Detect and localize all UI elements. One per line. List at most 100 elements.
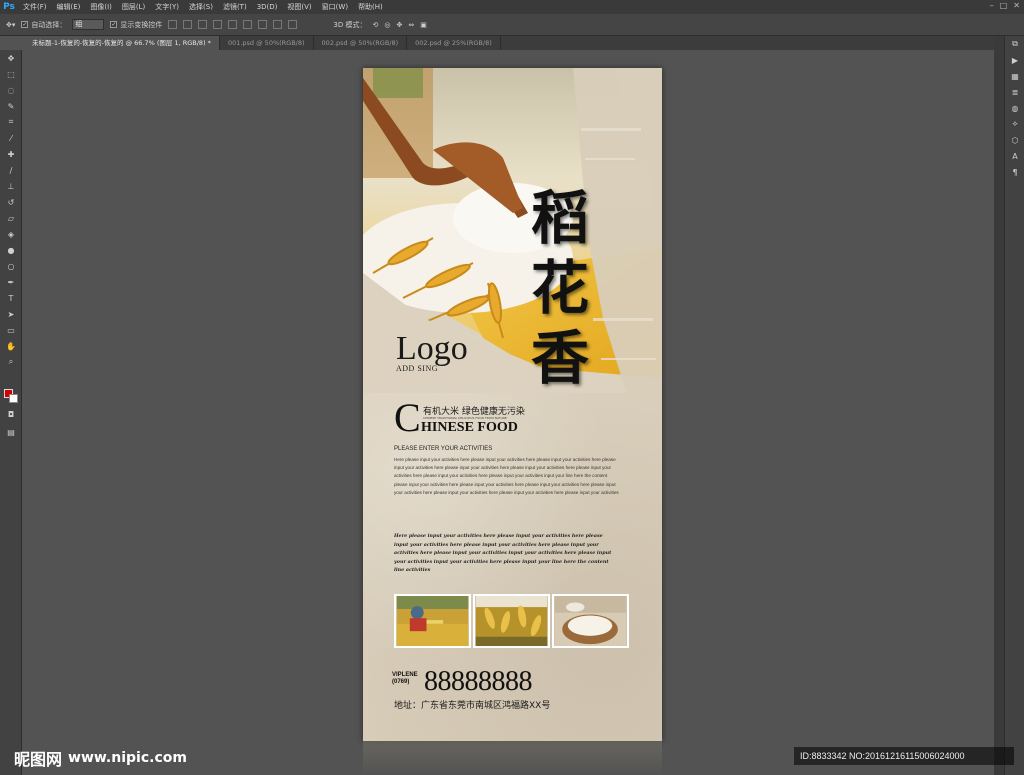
eyedropper-tool-icon[interactable]: ⁄ (0, 130, 22, 146)
paragraph-panel-icon[interactable]: ¶ (1005, 164, 1024, 180)
tab-document-1[interactable]: 未标题-1-恢复的-恢复的-恢复的 @ 66.7% (图层 1, RGB/8) … (24, 36, 220, 50)
logo-subtitle: ADD SING (396, 364, 438, 373)
script-paragraph: Here please input your activities here p… (394, 533, 612, 574)
align-right-icon[interactable] (243, 20, 253, 29)
menu-type[interactable]: 文字(Y) (150, 2, 184, 12)
pen-tool-icon[interactable]: ✒ (0, 274, 22, 290)
3d-scale-icon[interactable]: ▣ (420, 21, 427, 29)
3d-pan-icon[interactable]: ✥ (396, 21, 402, 29)
calligraphy-char-2: 花 (531, 254, 590, 322)
brush-tool-icon[interactable]: ∕ (0, 162, 22, 178)
show-transform-checkbox[interactable]: ✓ 显示变换控件 (110, 20, 162, 30)
align-bottom-icon[interactable] (198, 20, 208, 29)
align-top-icon[interactable] (168, 20, 178, 29)
quick-mask-icon[interactable]: ◘ (0, 406, 22, 422)
maximize-icon[interactable]: □ (1000, 1, 1008, 10)
paths-panel-icon[interactable]: ⟡ (1005, 116, 1024, 132)
screen-mode-icon[interactable]: ▤ (0, 424, 22, 440)
menu-image[interactable]: 图像(I) (85, 2, 117, 12)
history-panel-icon[interactable]: ⧉ (1005, 36, 1024, 52)
path-select-tool-icon[interactable]: ➤ (0, 306, 22, 322)
nipic-watermark: 昵图网 www.nipic.com (14, 746, 187, 770)
menu-3d[interactable]: 3D(D) (252, 3, 283, 11)
3d-panel-icon[interactable]: ⬡ (1005, 132, 1024, 148)
character-panel-icon[interactable]: A (1005, 148, 1024, 164)
lasso-tool-icon[interactable]: ◌ (0, 82, 22, 98)
marquee-tool-icon[interactable]: ⬚ (0, 66, 22, 82)
menu-edit[interactable]: 编辑(E) (52, 2, 86, 12)
background-color-swatch[interactable] (9, 394, 18, 403)
hotline-viplene: VIPLENE (392, 672, 418, 678)
menu-layer[interactable]: 图层(L) (117, 2, 150, 12)
document-tab-bar: 未标题-1-恢复的-恢复的-恢复的 @ 66.7% (图层 1, RGB/8) … (24, 36, 994, 50)
tab-document-4[interactable]: 002.psd @ 25%(RGB/8) (407, 36, 501, 50)
thumbnail-rice-bowl (552, 594, 629, 648)
minimize-icon[interactable]: – (990, 1, 994, 10)
activities-paragraph: Here please input your activities here p… (394, 457, 619, 495)
auto-select-checkbox[interactable]: ✓ 自动选择： (21, 20, 66, 30)
photoshop-window: Ps 文件(F) 编辑(E) 图像(I) 图层(L) 文字(Y) 选择(S) 滤… (0, 0, 1024, 775)
calligraphy-char-3: 香 (531, 324, 590, 392)
document-canvas[interactable]: 稻 花 香 Logo ADD SING C 有机大米 绿色健康无污染 CHINE… (363, 68, 662, 741)
align-left-icon[interactable] (213, 20, 223, 29)
healing-brush-tool-icon[interactable]: ✚ (0, 146, 22, 162)
paint-bucket-tool-icon[interactable]: ◈ (0, 226, 22, 242)
auto-select-dropdown[interactable]: 组 (72, 19, 105, 30)
eraser-tool-icon[interactable]: ▱ (0, 210, 22, 226)
activities-heading: PLEASE ENTER YOUR ACTIVITIES (394, 446, 493, 452)
crop-tool-icon[interactable]: ⌗ (0, 114, 22, 130)
layers-panel-icon[interactable]: ≣ (1005, 84, 1024, 100)
tab-document-3[interactable]: 002.psd @ 50%(RGB/8) (314, 36, 408, 50)
menu-view[interactable]: 视图(V) (282, 2, 316, 12)
auto-select-label: 自动选择： (31, 20, 67, 29)
panel-collapse-strip[interactable] (994, 36, 1004, 775)
actions-panel-icon[interactable]: ▶ (1005, 52, 1024, 68)
menu-help[interactable]: 帮助(H) (353, 2, 388, 12)
chinese-food-initial: C (394, 395, 421, 440)
type-tool-icon[interactable]: T (0, 290, 22, 306)
history-brush-tool-icon[interactable]: ↺ (0, 194, 22, 210)
quick-select-tool-icon[interactable]: ✎ (0, 98, 22, 114)
options-bar: ✥▾ ✓ 自动选择： 组 ✓ 显示变换控件 3D 模式： ⟲ ◎ ✥ ⇔ ▣ (0, 14, 1024, 36)
menu-file[interactable]: 文件(F) (18, 2, 52, 12)
address-text: 地址：广东省东莞市南城区鸿福路XX号 (394, 701, 551, 711)
move-tool-icon[interactable]: ✥ (0, 50, 22, 66)
move-tool-icon[interactable]: ✥▾ (6, 21, 15, 29)
swatches-panel-icon[interactable]: ▦ (1005, 68, 1024, 84)
photo-thumbnails (394, 594, 629, 648)
canvas-reflection (363, 741, 662, 775)
rectangle-tool-icon[interactable]: ▭ (0, 322, 22, 338)
dodge-tool-icon[interactable]: ○ (0, 258, 22, 274)
menu-bar: Ps 文件(F) 编辑(E) 图像(I) 图层(L) 文字(Y) 选择(S) 滤… (0, 0, 1024, 14)
calligraphy-char-1: 稻 (531, 184, 590, 252)
window-controls: – □ ✕ (990, 1, 1020, 10)
hotline-label: VIPLENE (0769) (392, 672, 418, 686)
tab-document-2[interactable]: 001.psd @ 50%(RGB/8) (220, 36, 314, 50)
3d-rotate-icon[interactable]: ⟲ (372, 21, 378, 29)
clone-stamp-tool-icon[interactable]: ⊥ (0, 178, 22, 194)
menu-window[interactable]: 窗口(W) (317, 2, 353, 12)
channels-panel-icon[interactable]: ◍ (1005, 100, 1024, 116)
right-panel-icons: ⧉ ▶ ▦ ≣ ◍ ⟡ ⬡ A ¶ (1004, 36, 1024, 775)
distribute-icon[interactable] (258, 20, 268, 29)
close-icon[interactable]: ✕ (1013, 1, 1020, 10)
watermark-id: ID:8833342 NO:20161216115006024000 (794, 747, 1014, 765)
logo-text: Logo (396, 330, 468, 367)
tools-panel: ✥ ⬚ ◌ ✎ ⌗ ⁄ ✚ ∕ ⊥ ↺ ▱ ◈ ● ○ ✒ T ➤ ▭ ✋ ⌕ … (0, 50, 22, 775)
align-middle-icon[interactable] (183, 20, 193, 29)
chinese-food-heading: HINESE FOOD (421, 420, 518, 435)
hand-tool-icon[interactable]: ✋ (0, 338, 22, 354)
3d-slide-icon[interactable]: ⇔ (408, 21, 414, 29)
mode-3d-label: 3D 模式： (333, 20, 367, 29)
distribute-icon[interactable] (288, 20, 298, 29)
menu-filter[interactable]: 滤镜(T) (218, 2, 252, 12)
3d-roll-icon[interactable]: ◎ (384, 21, 390, 29)
thumbnail-wheat (473, 594, 550, 648)
distribute-icon[interactable] (273, 20, 283, 29)
zoom-tool-icon[interactable]: ⌕ (0, 354, 22, 370)
blur-tool-icon[interactable]: ● (0, 242, 22, 258)
checkbox-icon: ✓ (110, 21, 118, 28)
show-transform-label: 显示变换控件 (120, 20, 163, 29)
align-center-icon[interactable] (228, 20, 238, 29)
menu-select[interactable]: 选择(S) (184, 2, 218, 12)
